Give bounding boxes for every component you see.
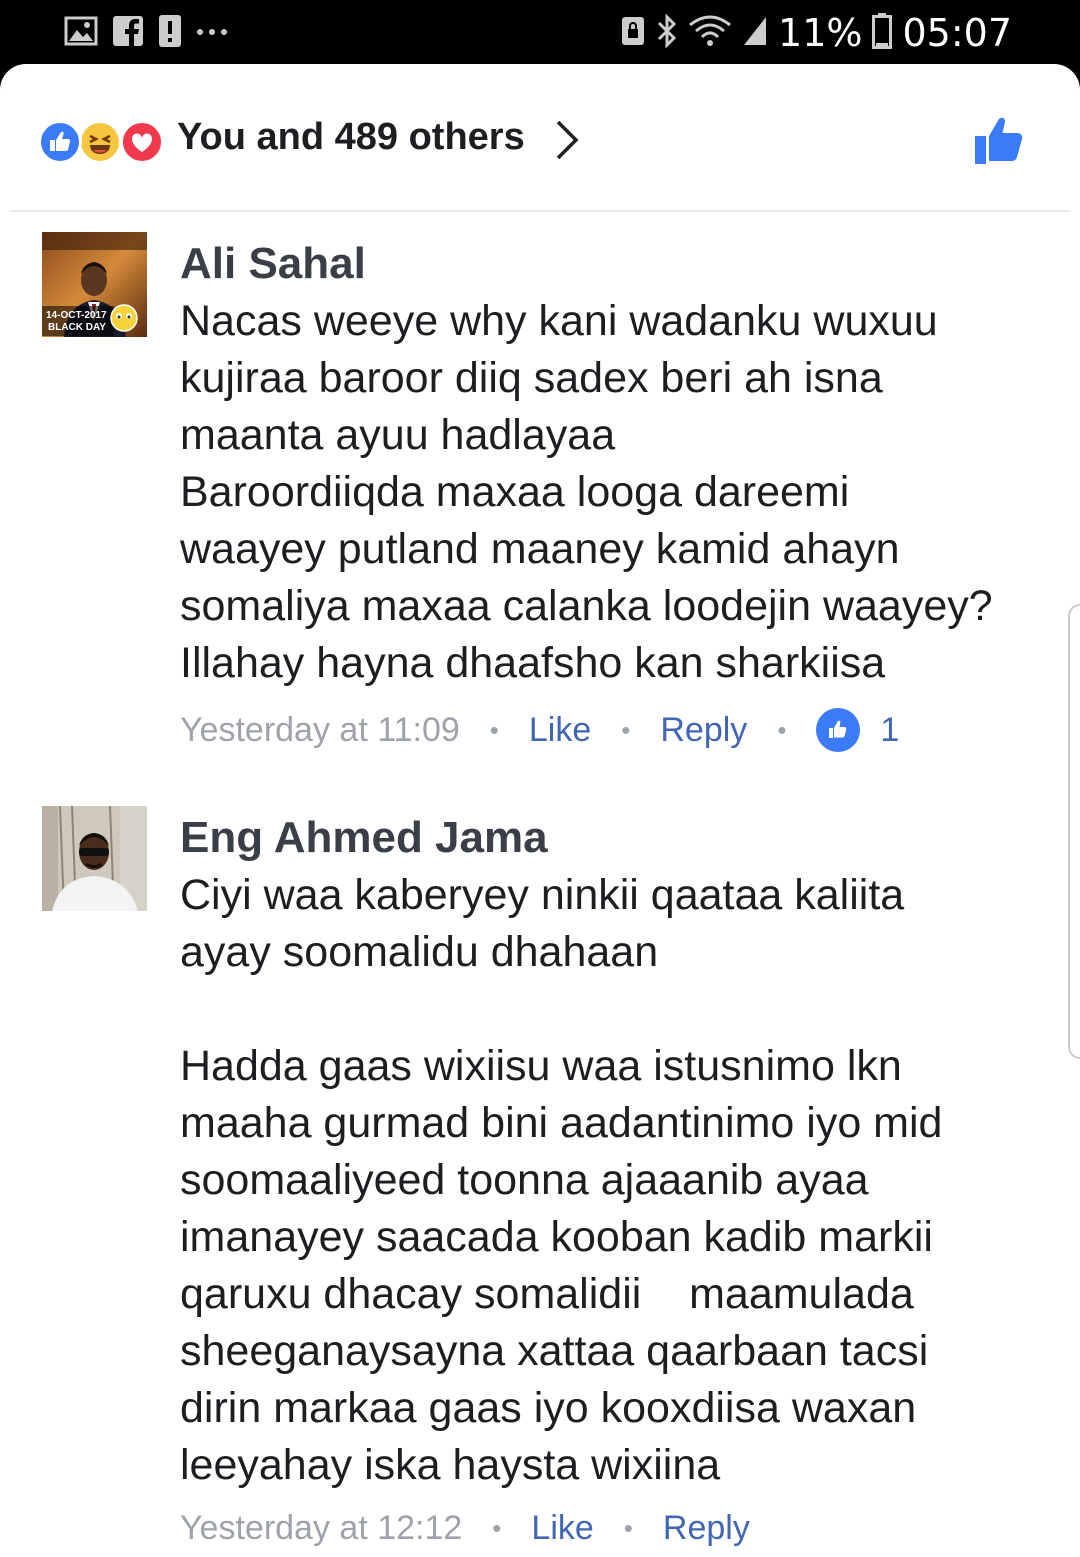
comment-line: maanta ayuu hadlayaa bbox=[180, 411, 616, 459]
reactions-summary-row[interactable]: You and 489 others bbox=[0, 64, 1080, 211]
comment-author[interactable]: Eng Ahmed Jama bbox=[180, 813, 548, 863]
like-post-button[interactable] bbox=[972, 112, 1030, 175]
more-icon bbox=[196, 24, 228, 42]
comment-text: Nacas weeye why kani wadanku wuxuu kujir… bbox=[180, 293, 1060, 692]
comment-line: leeyahay iska haysta wixiina bbox=[180, 1441, 721, 1489]
status-bar: 11% 05:07 bbox=[0, 0, 1080, 66]
comment-line: Nacas weeye why kani wadanku wuxuu bbox=[180, 297, 938, 345]
scroll-handle[interactable] bbox=[1068, 604, 1080, 1059]
lock-icon bbox=[620, 15, 646, 52]
comment-meta: Yesterday at 12:12 • Like • Reply bbox=[180, 1506, 750, 1550]
avatar[interactable] bbox=[42, 806, 147, 911]
clock: 05:07 bbox=[902, 11, 1012, 55]
like-reaction-icon bbox=[38, 120, 82, 164]
comment-line: somaliya maxaa calanka loodejin waayey? bbox=[180, 582, 993, 630]
like-comment-button[interactable]: Like bbox=[529, 711, 591, 750]
battery-percent: 11% bbox=[778, 11, 863, 55]
comment-line: Baroordiiqda maxaa looga dareemi bbox=[180, 468, 850, 516]
like-count-icon[interactable] bbox=[816, 708, 861, 752]
battery-icon bbox=[872, 12, 893, 54]
like-comment-button[interactable]: Like bbox=[531, 1509, 593, 1548]
comments-sheet: You and 489 others 14-OCT-2017 BLACK DAY bbox=[0, 64, 1080, 1557]
thumbs-up-icon bbox=[975, 117, 1023, 164]
avatar[interactable]: 14-OCT-2017 BLACK DAY bbox=[42, 232, 147, 337]
separator-dot: • bbox=[777, 714, 787, 745]
divider bbox=[10, 210, 1070, 212]
comment-line: Ciyi waa kaberyey ninkii qaataa kaliita bbox=[180, 871, 905, 919]
bluetooth-icon bbox=[656, 12, 678, 53]
comment-text: Ciyi waa kaberyey ninkii qaataa kaliita … bbox=[180, 867, 1060, 1494]
like-count[interactable]: 1 bbox=[880, 711, 899, 750]
comment-timestamp: Yesterday at 12:12 bbox=[180, 1508, 463, 1547]
comment-line: qaruxu dhacay somalidii maamulada bbox=[180, 1270, 914, 1318]
reactions-summary-text: You and 489 others bbox=[177, 116, 525, 158]
facebook-icon bbox=[112, 15, 144, 52]
comment-line: dirin markaa gaas iyo kooxdiisa waxan bbox=[180, 1384, 917, 1432]
separator-dot: • bbox=[492, 1512, 502, 1543]
wifi-icon bbox=[688, 15, 732, 52]
separator-dot: • bbox=[489, 714, 499, 745]
comment-line: Hadda gaas wixiisu waa istusnimo lkn bbox=[180, 1042, 902, 1090]
chevron-right-icon[interactable] bbox=[552, 118, 582, 167]
reaction-icons bbox=[38, 120, 168, 164]
svg-text:BLACK DAY: BLACK DAY bbox=[48, 322, 106, 333]
comment-line: kujiraa baroor diiq sadex beri ah isna bbox=[180, 354, 883, 402]
comment-meta: Yesterday at 11:09 • Like • Reply • 1 bbox=[180, 708, 899, 752]
alert-icon bbox=[158, 14, 182, 53]
gallery-icon bbox=[64, 16, 98, 51]
comment-line: soomaaliyeed toonna ajaaanib ayaa bbox=[180, 1156, 869, 1204]
separator-dot: • bbox=[621, 714, 631, 745]
comment-author[interactable]: Ali Sahal bbox=[180, 239, 366, 289]
signal-icon bbox=[742, 15, 768, 52]
haha-reaction-icon bbox=[78, 120, 122, 164]
comment-line: Illahay hayna dhaafsho kan sharkiisa bbox=[180, 639, 886, 687]
reply-button[interactable]: Reply bbox=[663, 1509, 750, 1548]
comment-line: maaha gurmad bini aadantinimo iyo mid bbox=[180, 1099, 943, 1147]
comment-line: sheeganaysayna xattaa qaarbaan tacsi bbox=[180, 1327, 929, 1375]
svg-text:14-OCT-2017: 14-OCT-2017 bbox=[46, 310, 107, 321]
comment-line: imanayey saacada kooban kadib markii bbox=[180, 1213, 933, 1261]
love-reaction-icon bbox=[120, 120, 164, 164]
comment-timestamp: Yesterday at 11:09 bbox=[180, 710, 460, 749]
reply-button[interactable]: Reply bbox=[660, 711, 747, 750]
separator-dot: • bbox=[623, 1512, 633, 1543]
comment-line: waayey putland maaney kamid ahayn bbox=[180, 525, 900, 573]
comment-line bbox=[180, 981, 1060, 1038]
comment-line: ayay soomalidu dhahaan bbox=[180, 928, 659, 976]
